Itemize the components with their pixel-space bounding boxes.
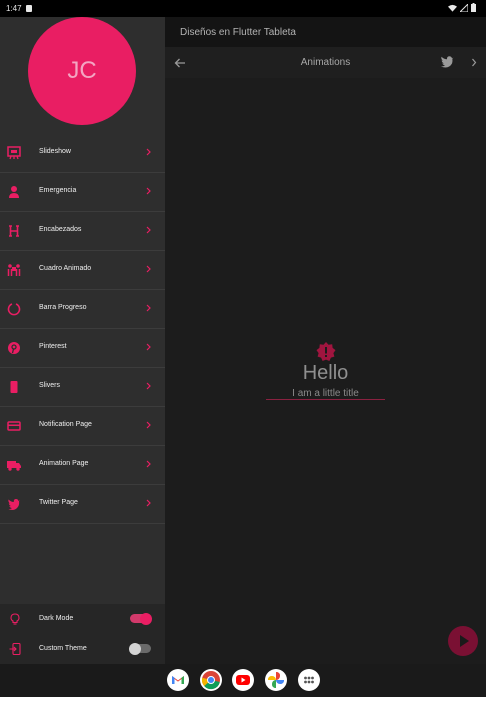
animation-content: Hello I am a little title <box>165 78 486 664</box>
menu-item-label: Barra Progreso <box>39 304 87 311</box>
heading-icon <box>9 225 19 237</box>
page-title: Animations <box>300 57 351 68</box>
photos-icon[interactable] <box>265 669 287 691</box>
gmail-icon[interactable] <box>167 669 189 691</box>
chevron-right-icon <box>146 148 151 156</box>
youtube-icon[interactable] <box>232 669 254 691</box>
menu-item-twitter-page[interactable]: Twitter Page <box>0 485 165 524</box>
menu-item-barra-progreso[interactable]: Barra Progreso <box>0 290 165 329</box>
page-toolbar: Animations <box>165 47 486 78</box>
little-title: I am a little title <box>292 388 359 399</box>
truck-icon <box>7 461 21 471</box>
toggle-knob <box>129 642 141 655</box>
signal-icon <box>460 3 468 12</box>
chevron-right-icon <box>146 343 151 351</box>
dark-mode-toggle[interactable] <box>130 612 152 625</box>
menu-item-label: Slivers <box>39 382 61 389</box>
menu-item-animation-page[interactable]: Animation Page <box>0 446 165 485</box>
toggle-knob <box>140 612 152 625</box>
ambulance-icon <box>9 186 19 198</box>
setting-dark-mode: Dark Mode <box>0 604 165 634</box>
setting-label: Dark Mode <box>39 615 74 622</box>
mobile-icon <box>10 381 18 393</box>
menu-item-slivers[interactable]: Slivers <box>0 368 165 407</box>
play-icon <box>460 635 469 647</box>
pinterest-icon <box>8 342 20 354</box>
chevron-right-icon <box>146 187 151 195</box>
wifi-icon <box>448 4 457 12</box>
menu-item-label: Cuadro Animado <box>39 265 92 272</box>
chevron-right-icon <box>146 499 151 507</box>
drawer-menu: Slideshow Emergencia Encabezados Cuadro … <box>0 134 165 524</box>
setting-label: Custom Theme <box>39 645 87 652</box>
app-bar: Diseños en Flutter Tableta <box>165 17 486 47</box>
drawer-settings: Dark Mode Custom Theme <box>0 604 165 664</box>
hello-title: Hello <box>302 362 349 384</box>
circle-notch-icon <box>7 303 21 316</box>
status-time: 1:47 <box>6 4 22 13</box>
battery-icon <box>471 3 476 12</box>
setting-custom-theme: Custom Theme <box>0 634 165 664</box>
tablet-screen: 1:47 JC Slideshow Emergencia Encabezados… <box>0 0 486 697</box>
menu-item-cuadro-animado[interactable]: Cuadro Animado <box>0 251 165 290</box>
avatar[interactable]: JC <box>28 17 136 125</box>
menu-item-notification-page[interactable]: Notification Page <box>0 407 165 446</box>
chevron-right-icon <box>146 226 151 234</box>
avatar-initials: JC <box>67 57 97 84</box>
menu-item-pinterest[interactable]: Pinterest <box>0 329 165 368</box>
slideshow-icon <box>7 146 21 160</box>
badge-alert-icon <box>316 342 336 361</box>
title-underline <box>266 399 385 400</box>
sim-icon <box>25 5 32 12</box>
chevron-right-icon <box>146 304 151 312</box>
custom-theme-toggle[interactable] <box>129 642 151 655</box>
taskbar <box>0 664 486 697</box>
twitter-icon <box>8 499 20 510</box>
menu-item-label: Animation Page <box>39 460 89 467</box>
credit-card-icon <box>7 421 21 431</box>
app-drawer-icon[interactable] <box>298 669 320 691</box>
menu-item-label: Encabezados <box>39 226 82 233</box>
add-to-mobile-icon <box>9 643 21 655</box>
menu-item-label: Slideshow <box>39 148 71 155</box>
chevron-right-icon <box>146 421 151 429</box>
menu-item-slideshow[interactable]: Slideshow <box>0 134 165 173</box>
menu-item-encabezados[interactable]: Encabezados <box>0 212 165 251</box>
menu-item-label: Pinterest <box>39 343 67 350</box>
menu-item-label: Twitter Page <box>39 499 78 506</box>
chevron-right-icon <box>146 382 151 390</box>
twitter-icon[interactable] <box>440 56 454 68</box>
status-bar: 1:47 <box>0 0 486 17</box>
chevron-right-icon <box>146 265 151 273</box>
play-button[interactable] <box>448 626 478 656</box>
screen-border <box>486 0 490 701</box>
lightbulb-icon <box>10 613 20 625</box>
navigation-drawer: JC Slideshow Emergencia Encabezados Cuad… <box>0 17 165 664</box>
chevron-right-icon[interactable] <box>470 57 478 68</box>
menu-item-label: Emergencia <box>39 187 77 194</box>
app-bar-title: Diseños en Flutter Tableta <box>180 27 296 38</box>
chrome-icon[interactable] <box>200 669 222 691</box>
menu-item-label: Notification Page <box>39 421 92 428</box>
menu-item-emergencia[interactable]: Emergencia <box>0 173 165 212</box>
chevron-right-icon <box>146 460 151 468</box>
people-carry-icon <box>7 264 21 276</box>
